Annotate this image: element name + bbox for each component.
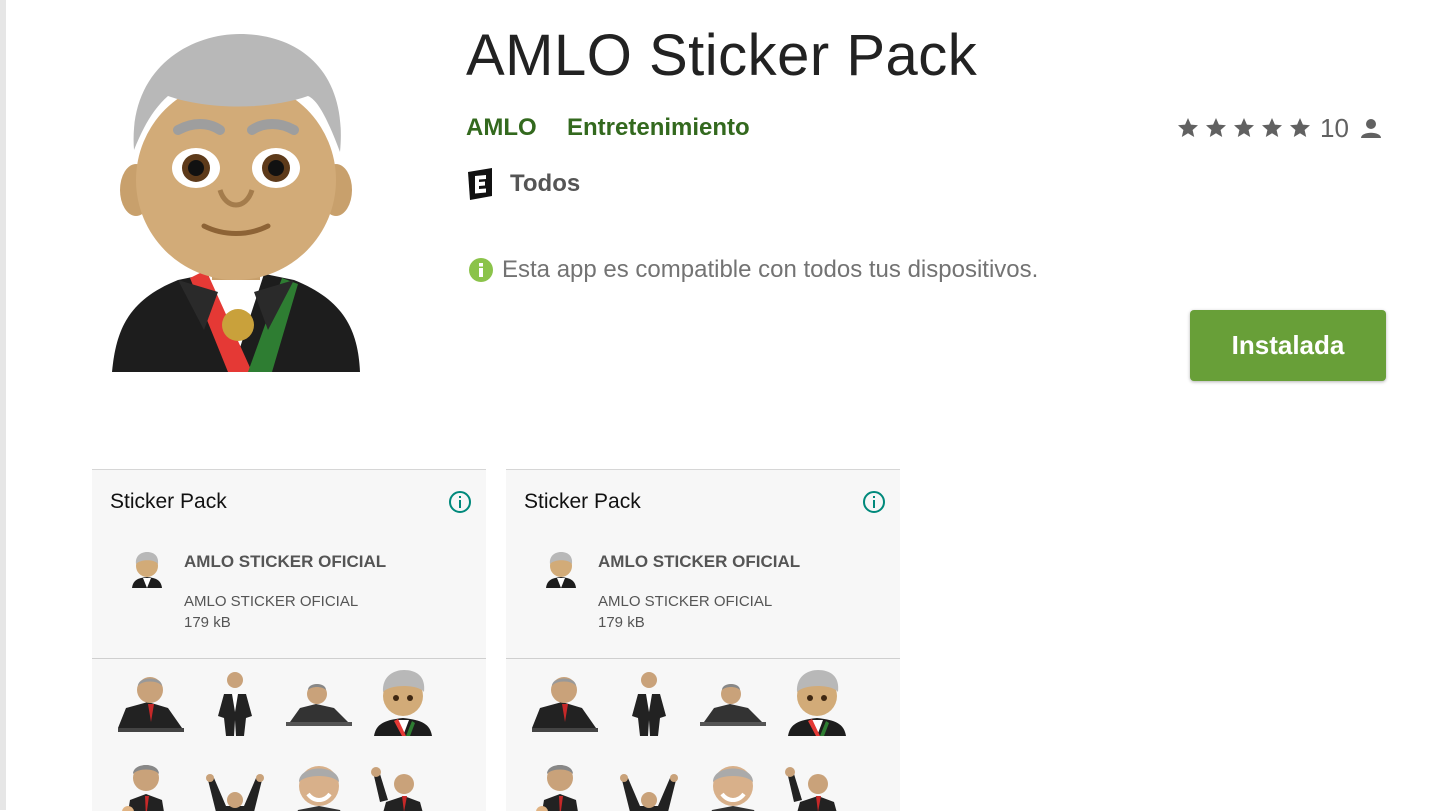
star-icon — [1234, 118, 1254, 137]
info-outline-icon — [449, 491, 471, 513]
pack-name: AMLO STICKER OFICIAL — [184, 552, 387, 571]
star-icon — [1206, 118, 1226, 137]
sticker-standing-suit — [218, 672, 252, 736]
esrb-e-icon — [468, 168, 492, 200]
pack-subtitle: AMLO STICKER OFICIAL — [184, 593, 359, 610]
sticker-thumbs-up — [122, 765, 164, 811]
compatibility-text: Esta app es compatible con todos tus dis… — [502, 256, 1039, 283]
sticker-table-talk — [286, 684, 352, 726]
star-icon — [1290, 118, 1310, 137]
rating[interactable]: 10 — [1176, 113, 1383, 143]
info-outline-icon — [863, 491, 885, 513]
sticker-arms-raised — [206, 774, 264, 811]
divider — [92, 658, 486, 659]
sticker-avatar — [788, 670, 846, 736]
sticker-grid — [532, 668, 882, 811]
sticker-smiling-face — [297, 766, 341, 811]
divider — [506, 658, 900, 659]
page-left-edge — [0, 0, 6, 810]
app-icon-avatar — [112, 34, 360, 372]
star-icon — [1262, 118, 1282, 137]
sticker-grid — [118, 668, 468, 811]
pack-subtitle: AMLO STICKER OFICIAL — [598, 593, 773, 610]
install-button[interactable]: Instalada — [1190, 310, 1386, 381]
screenshot-header: Sticker Pack — [524, 490, 641, 513]
sticker-arms-raised — [620, 774, 678, 811]
sticker-desk-speech — [118, 677, 184, 732]
content-rating: Todos — [466, 168, 580, 200]
developer-link[interactable]: AMLO — [466, 114, 537, 142]
pack-size: 179 kB — [598, 614, 645, 631]
screenshot-2[interactable]: Sticker Pack AMLO STICKER OFICIAL AMLO S… — [506, 469, 900, 811]
pack-size: 179 kB — [184, 614, 231, 631]
content-rating-label: Todos — [510, 170, 581, 197]
sticker-smiling-face — [711, 766, 755, 811]
sticker-waving — [371, 767, 423, 811]
pack-thumbnail — [546, 552, 576, 588]
pack-name: AMLO STICKER OFICIAL — [598, 552, 801, 571]
sticker-standing-suit — [632, 672, 666, 736]
app-title: AMLO Sticker Pack — [466, 23, 978, 88]
sticker-table-talk — [700, 684, 766, 726]
sticker-avatar — [374, 670, 432, 736]
star-icon — [1178, 118, 1198, 137]
rating-count: 10 — [1320, 112, 1349, 143]
sticker-waving — [785, 767, 837, 811]
info-circle-icon — [469, 258, 493, 282]
compatibility-notice: Esta app es compatible con todos tus dis… — [468, 256, 1038, 284]
pack-thumbnail — [132, 552, 162, 588]
screenshot-header: Sticker Pack — [110, 490, 227, 513]
screenshot-1[interactable]: Sticker Pack AMLO STICKER OFICIAL AMLO S… — [92, 469, 486, 811]
sticker-thumbs-up — [536, 765, 578, 811]
category-link[interactable]: Entretenimiento — [567, 114, 750, 142]
sticker-desk-speech — [532, 677, 598, 732]
person-icon — [1360, 119, 1381, 138]
